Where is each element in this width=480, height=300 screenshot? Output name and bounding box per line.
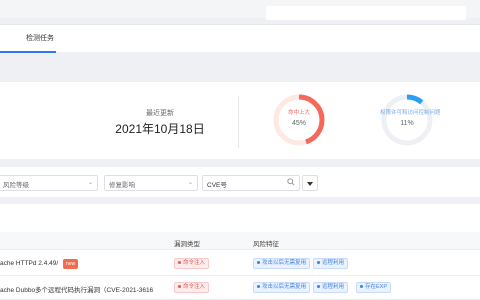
table-header: 漏洞类型 风险特征 bbox=[0, 232, 480, 250]
top-bar bbox=[0, 0, 480, 20]
vulnerability-table: 漏洞类型 风险特征 ache HTTPd 2.4.49/ new 命令注入 攻击… bbox=[0, 204, 480, 300]
caret-down-icon bbox=[307, 182, 313, 186]
risk-feature-tag: 攻击以后无需复用 bbox=[253, 282, 311, 293]
vuln-type-text: 命令注入 bbox=[183, 260, 206, 266]
table-row[interactable]: ache HTTPd 2.4.49/ new 命令注入 攻击以后无需复用 远程利… bbox=[0, 252, 480, 276]
filter-bar: 风险等级 ⌄ 修复影响 ⌄ CVE号 bbox=[0, 167, 480, 197]
vuln-type-tag: 命令注入 bbox=[174, 282, 210, 293]
chevron-down-icon: ⌄ bbox=[187, 180, 193, 186]
column-vuln-type: 漏洞类型 bbox=[174, 241, 200, 248]
cve-search-value: CVE号 bbox=[207, 182, 227, 189]
risk-feature-text: 存在EXP bbox=[365, 284, 388, 290]
fix-impact-label: 修复影响 bbox=[109, 182, 135, 189]
risk-level-label: 风险等级 bbox=[3, 182, 29, 189]
dot-icon bbox=[360, 285, 363, 289]
dot-icon bbox=[257, 261, 260, 265]
risk-feature-text: 攻击以后无需复用 bbox=[262, 284, 307, 290]
vuln-type-text: 命令注入 bbox=[183, 284, 206, 290]
dot-icon bbox=[317, 285, 320, 289]
tab-bar: 检测任务 bbox=[0, 24, 480, 53]
gauge-command-injection: 命中上大 45% bbox=[272, 93, 326, 147]
table-row[interactable]: ache Dubbo多个远程代码执行漏洞（CVE-2021-3616 命令注入 … bbox=[0, 276, 480, 300]
more-filters-button[interactable] bbox=[302, 175, 318, 191]
tab-detection-tasks[interactable]: 检测任务 bbox=[26, 33, 54, 43]
risk-feature-tag: 远程利用 bbox=[313, 258, 349, 269]
top-input[interactable] bbox=[266, 6, 466, 20]
risk-feature-text: 远程利用 bbox=[322, 284, 345, 290]
risk-feature-tag: 攻击以后无需复用 bbox=[253, 258, 311, 269]
dot-icon bbox=[178, 285, 181, 289]
vuln-name[interactable]: ache HTTPd 2.4.49/ bbox=[0, 260, 165, 267]
last-update-date: 2021年10月18日 bbox=[115, 122, 205, 136]
risk-feature-text: 攻击以后无需复用 bbox=[262, 260, 307, 266]
risk-feature-text: 远程利用 bbox=[322, 260, 345, 266]
dot-icon bbox=[178, 261, 181, 265]
vuln-type-tag: 命令注入 bbox=[174, 258, 210, 269]
gauge-percent: 11% bbox=[400, 120, 414, 127]
cve-search-input[interactable]: CVE号 bbox=[202, 175, 300, 191]
dot-icon bbox=[317, 261, 320, 265]
gauge-percent: 45% bbox=[291, 120, 306, 127]
fix-impact-select[interactable]: 修复影响 ⌄ bbox=[104, 175, 198, 191]
risk-feature-tag: 远程利用 bbox=[313, 282, 349, 293]
gauge-label: 命中上大 bbox=[287, 110, 310, 116]
search-icon[interactable] bbox=[287, 178, 295, 186]
chevron-down-icon: ⌄ bbox=[87, 180, 93, 186]
vuln-name[interactable]: ache Dubbo多个远程代码执行漏洞（CVE-2021-3616 bbox=[0, 284, 165, 294]
risk-feature-tag: 存在EXP bbox=[356, 282, 392, 293]
column-risk-features: 风险特征 bbox=[253, 241, 279, 248]
gauge-access-control: 权限许可和访问控制问题 11% bbox=[380, 93, 441, 147]
last-update-label: 最近更新 bbox=[146, 110, 174, 117]
risk-level-select[interactable]: 风险等级 ⌄ bbox=[0, 175, 98, 191]
new-badge: new bbox=[63, 259, 79, 269]
gauge-label: 权限许可和访问控制问题 bbox=[380, 110, 441, 116]
active-tab-indicator bbox=[0, 51, 56, 53]
dot-icon bbox=[257, 285, 260, 289]
divider bbox=[238, 96, 239, 148]
